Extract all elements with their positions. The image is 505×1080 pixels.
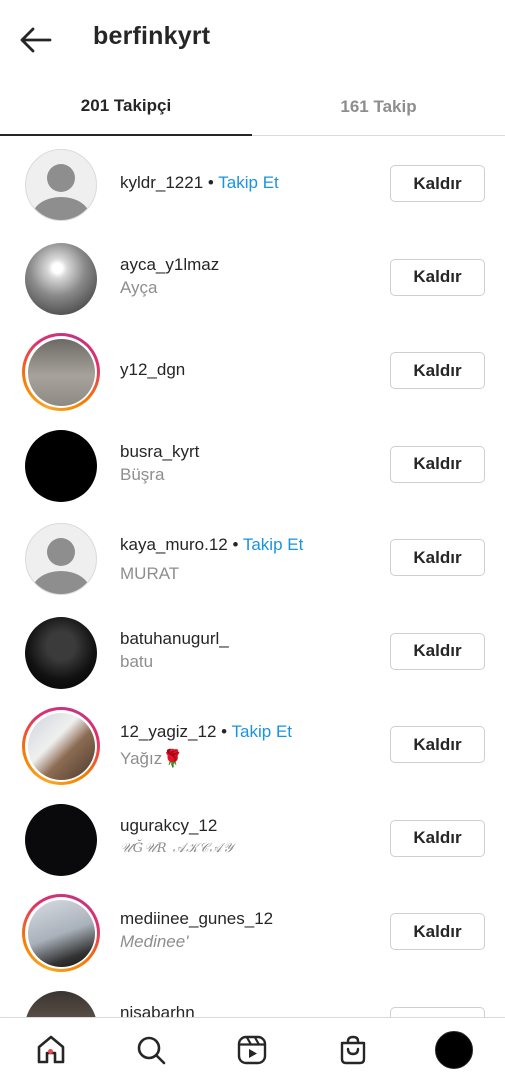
avatar[interactable] bbox=[22, 988, 100, 1017]
profile-photo bbox=[27, 712, 95, 780]
arrow-left-icon bbox=[20, 27, 52, 53]
list-item[interactable]: busra_kyrt Büşra Kaldır bbox=[0, 418, 505, 512]
profile-photo bbox=[27, 899, 95, 967]
default-avatar-icon bbox=[25, 523, 97, 595]
full-name: 𝒰Ğ𝒰𝑅 𝒜𝒦𝒞𝒜𝒴 bbox=[120, 840, 235, 856]
bottom-nav bbox=[0, 1017, 505, 1080]
avatar[interactable] bbox=[22, 801, 100, 879]
reels-icon bbox=[237, 1035, 267, 1065]
separator-dot: • bbox=[221, 722, 228, 741]
nav-search[interactable] bbox=[131, 1030, 171, 1070]
username[interactable]: y12_dgn bbox=[120, 359, 380, 381]
username[interactable]: batuhanugurl_ bbox=[120, 628, 380, 650]
username[interactable]: ugurakcy_12 bbox=[120, 815, 380, 837]
username[interactable]: busra_kyrt bbox=[120, 441, 380, 463]
profile-photo bbox=[25, 429, 97, 502]
separator-dot: • bbox=[232, 535, 239, 554]
full-name: MURAT bbox=[120, 564, 180, 583]
list-item[interactable]: batuhanugurl_ batu Kaldır bbox=[0, 605, 505, 699]
default-avatar-icon bbox=[25, 149, 97, 221]
username[interactable]: 12_yagiz_12 bbox=[120, 722, 216, 741]
follow-link[interactable]: Takip Et bbox=[243, 535, 303, 554]
list-item[interactable]: kyldr_1221 • Takip Et Kaldır bbox=[0, 137, 505, 231]
back-button[interactable] bbox=[18, 22, 54, 58]
username[interactable]: kyldr_1221 bbox=[120, 173, 203, 192]
page-title: berfinkyrt bbox=[93, 22, 211, 50]
remove-button[interactable]: Kaldır bbox=[390, 913, 485, 950]
profile-photo bbox=[27, 338, 95, 406]
list-item[interactable]: kaya_muro.12 • Takip Et MURAT Kaldır bbox=[0, 511, 505, 605]
top-bar: berfinkyrt bbox=[0, 0, 505, 78]
full-name: Medinee' bbox=[120, 932, 189, 951]
story-ring-avatar[interactable] bbox=[22, 707, 100, 785]
notification-dot bbox=[48, 1049, 53, 1054]
profile-avatar bbox=[435, 1031, 473, 1069]
avatar[interactable] bbox=[22, 146, 100, 224]
remove-button[interactable]: Kaldır bbox=[390, 632, 485, 670]
nav-reels[interactable] bbox=[232, 1030, 272, 1070]
list-item[interactable]: 12_yagiz_12 • Takip Et Yağız🌹 Kaldır bbox=[0, 698, 505, 792]
remove-button[interactable]: Kaldır bbox=[390, 165, 485, 202]
avatar[interactable] bbox=[22, 614, 100, 692]
list-item[interactable]: nisabarhn Kaldır bbox=[0, 979, 505, 1018]
profile-photo bbox=[25, 616, 97, 689]
followers-list: kyldr_1221 • Takip Et Kaldır ayca_y1lmaz… bbox=[0, 137, 505, 1017]
remove-button[interactable]: Kaldır bbox=[390, 726, 485, 763]
list-item[interactable]: ugurakcy_12 𝒰Ğ𝒰𝑅 𝒜𝒦𝒞𝒜𝒴 Kaldır bbox=[0, 792, 505, 886]
remove-button[interactable]: Kaldır bbox=[390, 258, 485, 296]
tab-followers[interactable]: 201 Takipçi bbox=[0, 78, 252, 136]
search-icon bbox=[137, 1036, 166, 1065]
list-item[interactable]: mediinee_gunes_12 Medinee' Kaldır bbox=[0, 885, 505, 979]
username[interactable]: mediinee_gunes_12 bbox=[120, 908, 380, 930]
username[interactable]: ayca_y1lmaz bbox=[120, 254, 380, 276]
avatar[interactable] bbox=[22, 240, 100, 318]
separator-dot: • bbox=[207, 173, 214, 192]
profile-photo bbox=[25, 803, 97, 876]
nav-profile[interactable] bbox=[434, 1030, 474, 1070]
follow-link[interactable]: Takip Et bbox=[232, 722, 292, 741]
follow-link[interactable]: Takip Et bbox=[218, 173, 278, 192]
shop-icon bbox=[340, 1035, 366, 1065]
remove-button[interactable]: Kaldır bbox=[390, 445, 485, 483]
avatar[interactable] bbox=[22, 427, 100, 505]
profile-photo bbox=[25, 990, 97, 1017]
full-name: Ayça bbox=[120, 277, 158, 297]
full-name: Yağız🌹 bbox=[120, 749, 184, 768]
full-name: batu bbox=[120, 651, 154, 671]
full-name: Büşra bbox=[120, 464, 165, 484]
tab-bar: 201 Takipçi 161 Takip bbox=[0, 78, 505, 136]
avatar[interactable] bbox=[22, 520, 100, 598]
username[interactable]: nisabarhn bbox=[120, 1002, 380, 1018]
remove-button[interactable]: Kaldır bbox=[390, 539, 485, 576]
remove-button[interactable]: Kaldır bbox=[390, 1006, 485, 1017]
remove-button[interactable]: Kaldır bbox=[390, 352, 485, 389]
profile-photo bbox=[25, 242, 97, 315]
list-item[interactable]: ayca_y1lmaz Ayça Kaldır bbox=[0, 231, 505, 325]
tab-following[interactable]: 161 Takip bbox=[252, 78, 505, 136]
list-item[interactable]: y12_dgn Kaldır bbox=[0, 324, 505, 418]
username[interactable]: kaya_muro.12 bbox=[120, 535, 228, 554]
remove-button[interactable]: Kaldır bbox=[390, 819, 485, 857]
nav-shop[interactable] bbox=[333, 1030, 373, 1070]
story-ring-avatar[interactable] bbox=[22, 333, 100, 411]
story-ring-avatar[interactable] bbox=[22, 894, 100, 972]
